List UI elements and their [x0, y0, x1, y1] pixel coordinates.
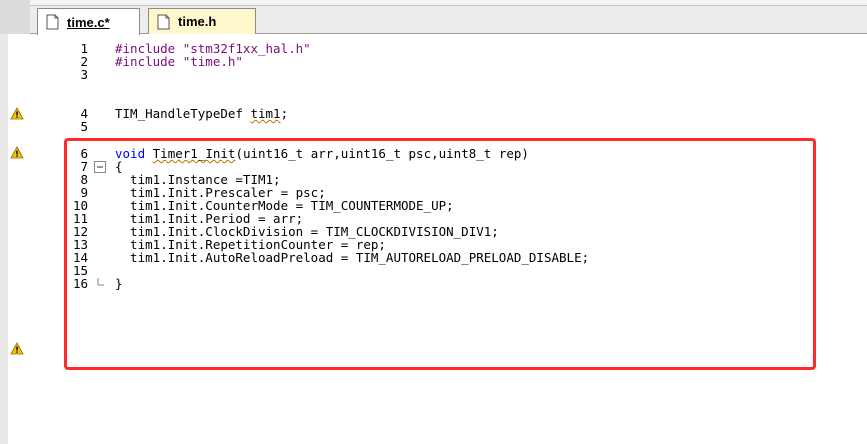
tab-bar-top-strip — [0, 0, 867, 6]
code-text: TIM_HandleTypeDef tim1; — [115, 106, 289, 121]
warning-icon[interactable] — [10, 107, 24, 120]
warning-icon[interactable] — [10, 342, 24, 355]
highlight-box — [64, 138, 816, 370]
code-text: #include "time.h" — [115, 54, 243, 69]
editor-tab-bar: time.c* time.h — [0, 0, 867, 35]
line-number: 3 — [80, 67, 88, 82]
editor-margin — [8, 34, 60, 444]
tab-bar-corner — [0, 0, 30, 34]
warning-icon[interactable] — [10, 146, 24, 159]
code-line[interactable]: 4 TIM_HandleTypeDef tim1; — [60, 106, 820, 121]
tab-label: time.h — [178, 14, 217, 29]
code-line[interactable]: 1 #include "stm32f1xx_hal.h" — [60, 42, 820, 55]
tab-label: time.c* — [67, 14, 110, 30]
code-line[interactable]: 2 #include "time.h" — [60, 54, 820, 69]
code-line[interactable]: 3 — [60, 67, 820, 82]
line-number: 5 — [80, 119, 88, 134]
code-line[interactable]: 5 — [60, 119, 820, 134]
file-icon — [46, 14, 59, 30]
tab-time-h[interactable]: time.h — [148, 8, 256, 34]
tab-time-c[interactable]: time.c* — [37, 8, 140, 35]
file-icon — [157, 14, 170, 30]
